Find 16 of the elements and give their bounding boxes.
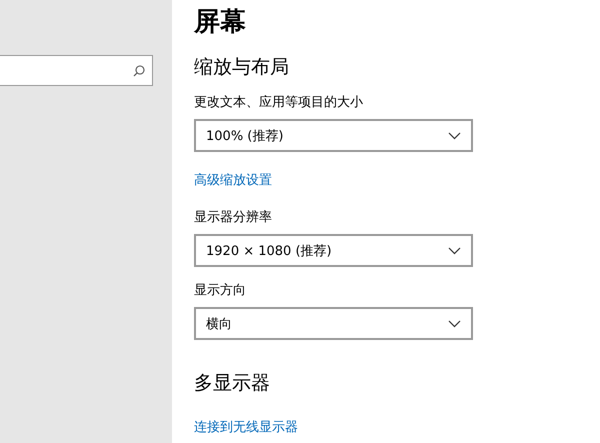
dropdown[interactable]: 100% (推荐) <box>194 119 473 152</box>
search-icon <box>133 64 145 76</box>
link[interactable]: 连接到无线显示器 <box>194 418 298 436</box>
setting-label: 显示方向 <box>194 282 246 300</box>
page-title: 屏幕 <box>194 6 247 39</box>
dropdown[interactable]: 横向 <box>194 307 473 340</box>
dropdown[interactable]: 1920 × 1080 (推荐) <box>194 234 473 267</box>
search-field[interactable] <box>0 55 153 86</box>
chevron-down-icon <box>448 246 461 254</box>
chevron-down-icon <box>448 132 461 140</box>
setting-label: 更改文本、应用等项目的大小 <box>194 94 363 112</box>
section-heading: 缩放与布局 <box>194 55 290 80</box>
setting-label: 显示器分辨率 <box>194 209 272 227</box>
chevron-down-icon <box>448 320 461 328</box>
link[interactable]: 高级缩放设置 <box>194 171 272 189</box>
section-heading: 多显示器 <box>194 371 271 396</box>
